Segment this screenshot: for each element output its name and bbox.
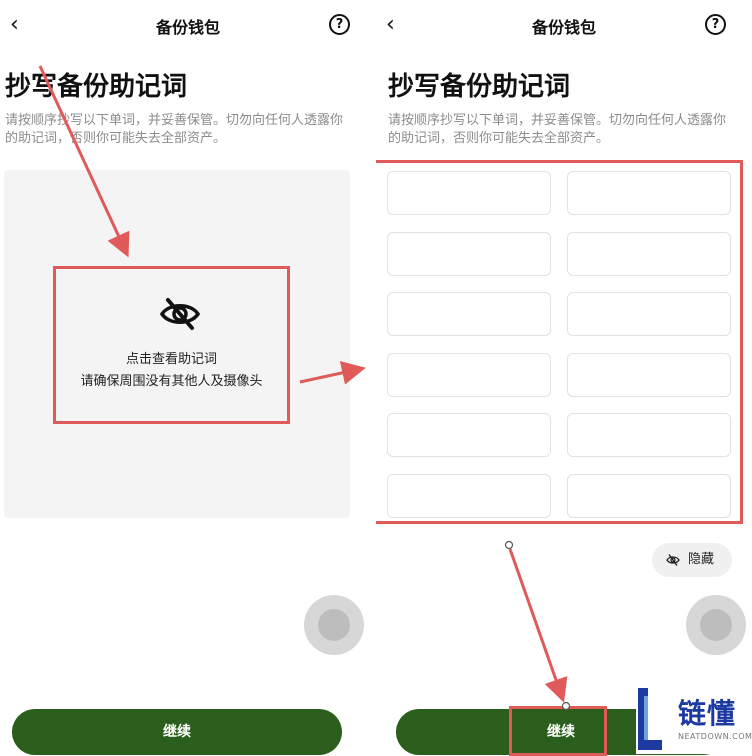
word-cell: [387, 473, 551, 518]
eye-off-icon: [666, 554, 680, 566]
word-cell: [387, 171, 551, 215]
mnemonic-reveal-prompt[interactable]: 点击查看助记词 请确保周围没有其他人及摄像头: [53, 266, 290, 424]
page-description: 请按顺序抄写以下单词，并妥善保管。切勿向任何人透露你的助记词，否则你可能失去全部…: [5, 113, 344, 146]
reveal-warning: 请确保周围没有其他人及摄像头: [80, 374, 263, 389]
help-icon[interactable]: ?: [705, 14, 726, 35]
logo-text: 链懂: [678, 697, 737, 730]
nav-title: 备份钱包: [531, 18, 596, 37]
word-cell: [567, 292, 731, 336]
right-screen: ‹ 备份钱包 ? 抄写备份助记词 请按顺序抄写以下单词，并妥善保管。切勿向任何人…: [376, 0, 752, 756]
word-cell: [567, 231, 731, 276]
hide-label: 隐藏: [688, 552, 715, 567]
word-cell: [567, 473, 731, 518]
continue-button[interactable]: 继续: [12, 709, 342, 755]
reveal-instruction: 点击查看助记词: [125, 352, 217, 367]
word-cell: [567, 171, 731, 215]
page-title: 抄写备份助记词: [388, 72, 571, 102]
page-title: 抄写备份助记词: [5, 72, 188, 102]
left-screen: ‹ 备份钱包 ? 抄写备份助记词 请按顺序抄写以下单词，并妥善保管。切勿向任何人…: [0, 0, 376, 756]
word-cell: [387, 352, 551, 397]
nav-title: 备份钱包: [155, 18, 220, 37]
page-description: 请按顺序抄写以下单词，并妥善保管。切勿向任何人透露你的助记词，否则你可能失去全部…: [388, 113, 727, 146]
word-cell: [567, 352, 731, 397]
word-cell: [567, 413, 731, 457]
logo-subtext: NEATDOWN.COM: [678, 732, 752, 741]
watermark-logo: 链懂 NEATDOWN.COM: [636, 688, 752, 754]
continue-button-highlight: [509, 706, 607, 756]
logo-mark-icon: [638, 688, 662, 750]
floating-assistive-button[interactable]: [686, 595, 746, 655]
hide-button[interactable]: 隐藏: [652, 543, 732, 577]
help-icon[interactable]: ?: [329, 14, 350, 35]
word-cell: [387, 292, 551, 336]
eye-off-icon: [159, 298, 201, 330]
floating-assistive-button[interactable]: [304, 595, 364, 655]
word-cell: [387, 413, 551, 457]
word-cell: [387, 231, 551, 276]
